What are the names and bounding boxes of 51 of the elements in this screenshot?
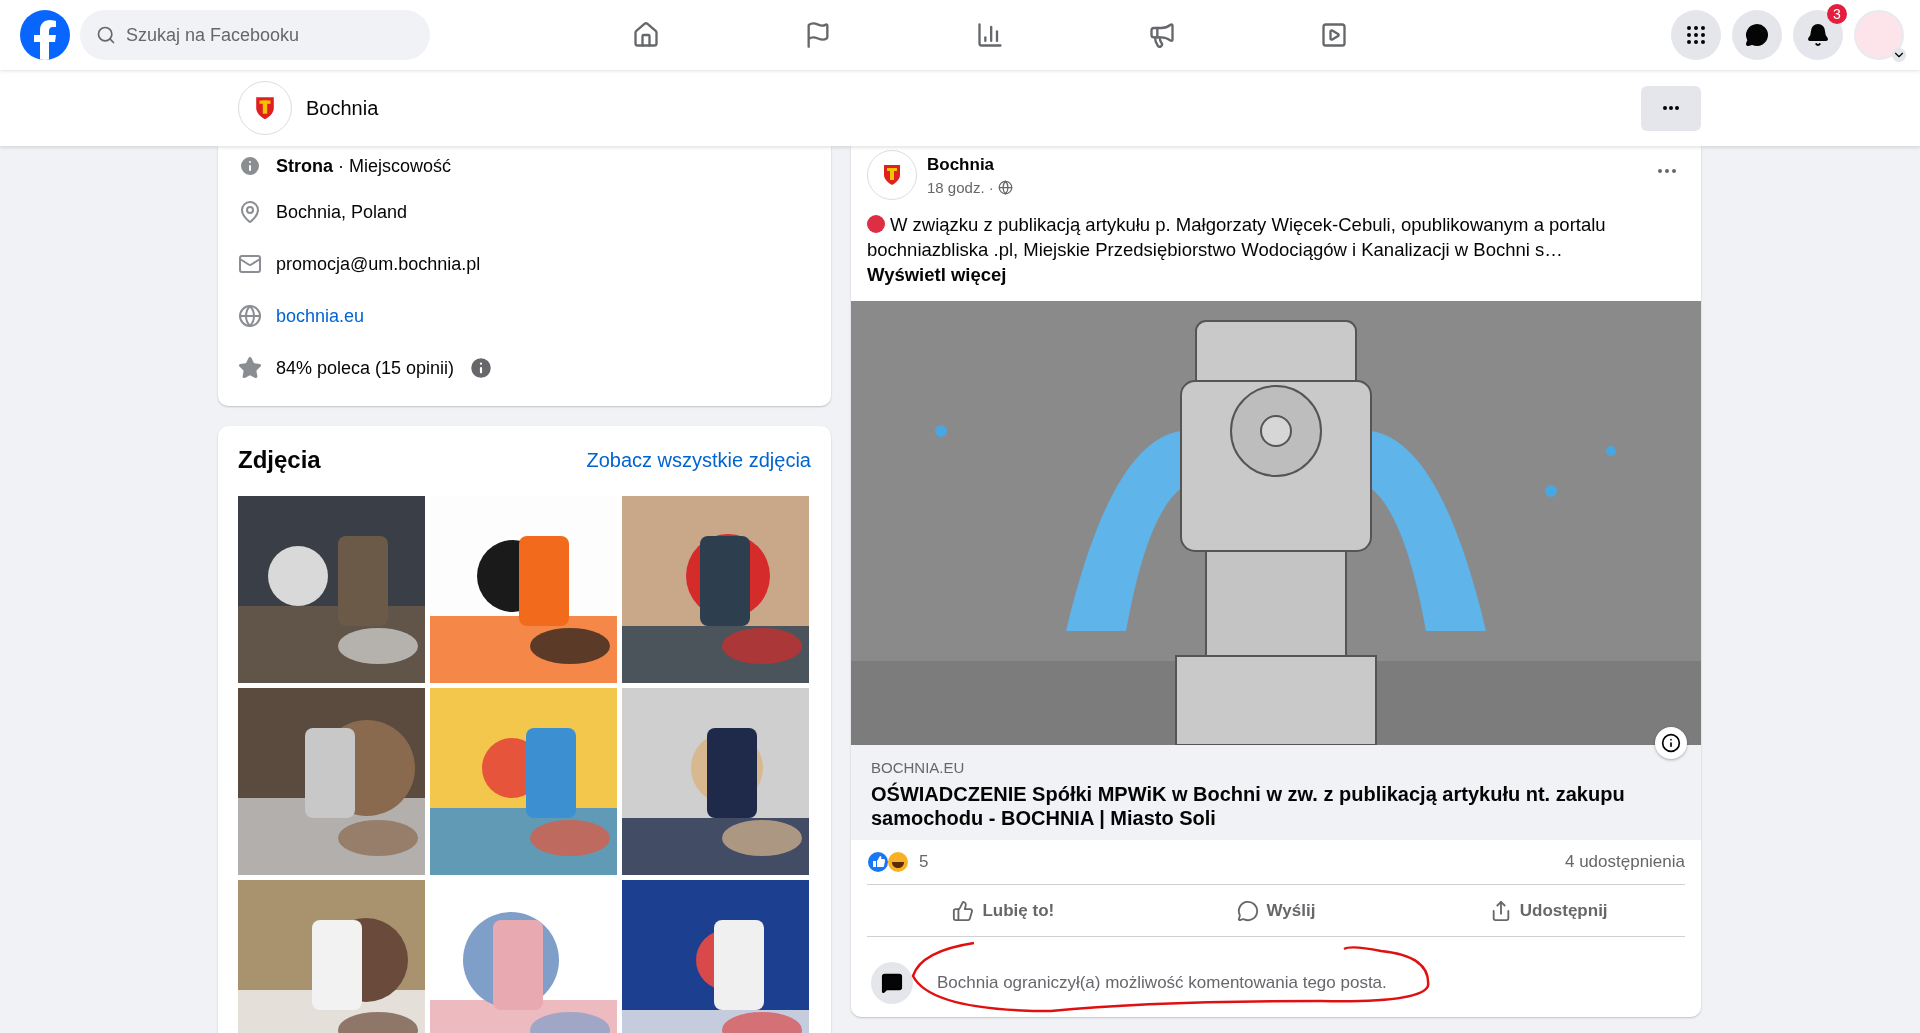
search-icon [96, 25, 116, 45]
intro-text: 84% poleca (15 opinii) [276, 357, 455, 379]
see-more-link[interactable]: Wyświetl więcej [867, 264, 1007, 285]
facebook-logo[interactable] [20, 10, 70, 60]
link-domain: BOCHNIA.EU [871, 759, 966, 776]
play-icon [1320, 21, 1348, 49]
post-text: W związku z publikacją artykułu p. Małgorzaty Więcek-Cebuli, opublikowanym a portalu bochniazbliska .pl, Miejskie Przedsiębiorstwo Wodociągów i Kanalizacji w Bochni s… Wyświetl więcej [867, 213, 1607, 287]
notification-badge: 3 [1827, 4, 1847, 24]
chat-bubble-icon [1236, 899, 1259, 922]
envelope-icon [238, 252, 262, 276]
bar-chart-icon [976, 21, 1004, 49]
chat-bubble-icon [1745, 23, 1769, 47]
home-icon [632, 21, 660, 49]
globe-icon [997, 179, 1013, 195]
like-button[interactable]: Lubię to! [867, 885, 1140, 936]
megaphone-icon [1148, 21, 1176, 49]
website-link[interactable]: bochnia.eu [276, 305, 365, 327]
section-title: Zdjęcia [238, 446, 321, 474]
menu-button[interactable] [1671, 10, 1721, 60]
coat-of-arms-icon [254, 94, 276, 122]
bell-icon [1806, 23, 1830, 47]
star-icon [238, 356, 262, 380]
thumbs-up-icon [952, 899, 975, 922]
see-all-link[interactable]: Zobacz wszystkie zdjęcia [586, 448, 811, 472]
author-avatar[interactable] [867, 150, 917, 200]
link-title: OŚWIADCZENIE Spółki MPWiK w Bochni w zw. z publikacją artykułu nt. zakupu samochodu - BOCHNIA | Miasto Soli [871, 782, 1626, 830]
intro-text: Bochnia, Poland [276, 201, 408, 223]
notifications-button[interactable] [1793, 10, 1843, 60]
search-field[interactable]: Szukaj na Facebooku [80, 10, 430, 60]
intro-text: Strona · Miejscowość [276, 155, 452, 177]
info-icon [238, 154, 262, 178]
search-input[interactable]: Szukaj na Facebooku [124, 23, 408, 47]
shares-count[interactable]: 4 udostępnienia [1564, 852, 1685, 872]
comment-icon [871, 962, 913, 1004]
more-icon [1663, 106, 1679, 110]
link-preview[interactable]: BOCHNIA.EU OŚWIADCZENIE Spółki MPWiK w Bochni w zw. z publikacją artykułu nt. zakupu samochodu - BOCHNIA | Miasto Soli [851, 745, 1701, 840]
page-name: Bochnia [306, 96, 379, 120]
send-button[interactable]: Wyślij [1139, 885, 1413, 936]
intro-text: promocja@um.bochnia.pl [276, 253, 481, 275]
coat-of-arms-icon [882, 163, 902, 187]
globe-icon [238, 304, 262, 328]
bullet-icon [867, 215, 885, 233]
share-button[interactable]: Udostępnij [1412, 885, 1685, 936]
grid-icon [1684, 23, 1708, 47]
author-name[interactable]: Bochnia [927, 154, 1013, 175]
directions-icon [238, 200, 262, 224]
reaction-icons[interactable] [867, 851, 911, 873]
comment-notice: Bochnia ograniczył(a) możliwość komentowania tego posta. [937, 973, 1387, 993]
reaction-count[interactable]: 5 [919, 852, 929, 872]
post-time[interactable]: 18 godz. · [927, 178, 994, 196]
messenger-button[interactable] [1732, 10, 1782, 60]
